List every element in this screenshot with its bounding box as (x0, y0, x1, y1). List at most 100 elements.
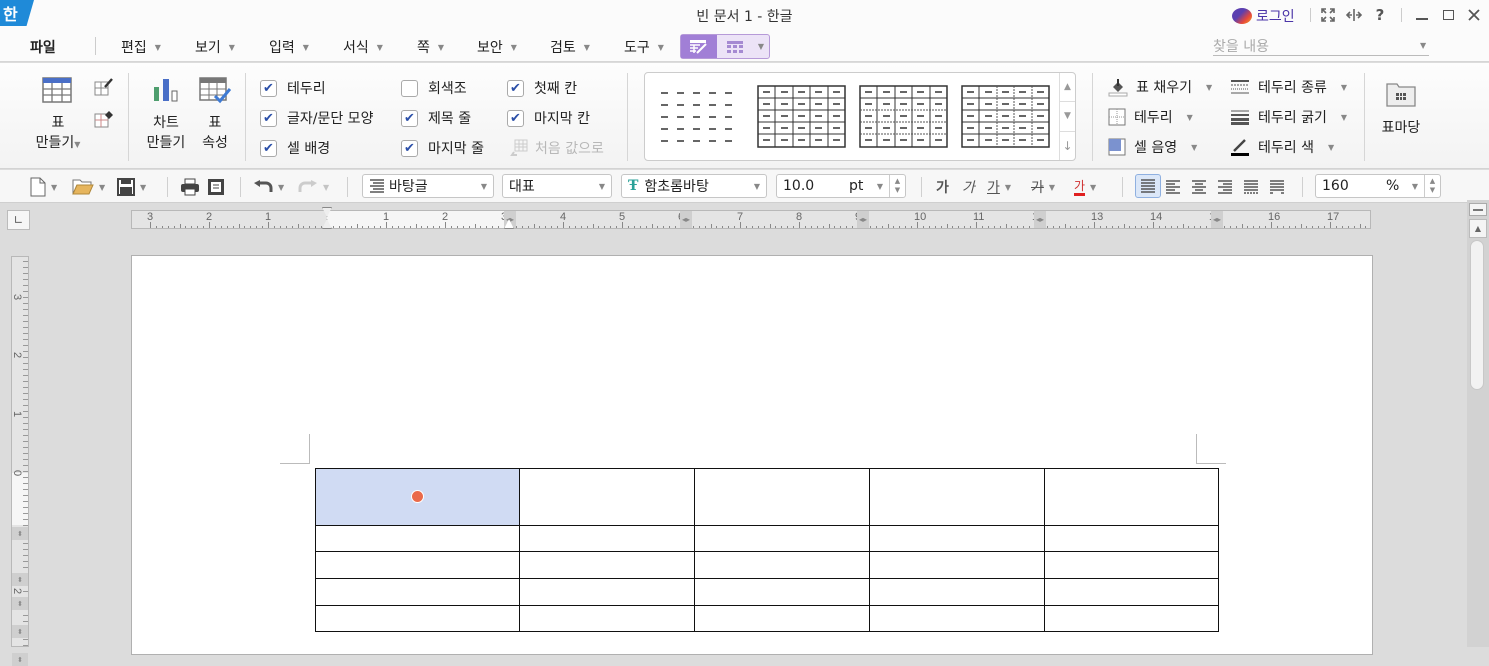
tab-table-layout[interactable] (717, 35, 753, 58)
make-chart-button[interactable]: 차트 만들기 (140, 77, 192, 153)
italic-button[interactable]: 가 (962, 176, 975, 198)
menu-view[interactable]: 보기 ▼ (195, 37, 235, 57)
table-cell[interactable] (869, 551, 1045, 579)
menu-security[interactable]: 보안 ▼ (477, 37, 517, 57)
vertical-scrollbar[interactable]: ▲ (1467, 200, 1489, 647)
open-document-button[interactable]: ▼ (72, 176, 105, 198)
login-button[interactable]: 로그인 (1232, 6, 1295, 26)
bold-button[interactable]: 가 (936, 176, 949, 198)
column-resize-handle[interactable]: ◂▸ (680, 211, 692, 228)
border-color-button[interactable]: 테두리 색 ▼ (1230, 137, 1334, 157)
table-cell[interactable] (694, 525, 870, 552)
table-cell[interactable] (694, 605, 870, 632)
gallery-expand-icon[interactable]: ↓ (1060, 132, 1075, 160)
make-table-button[interactable]: 표 만들기▼ (30, 77, 86, 155)
table-cell[interactable] (869, 525, 1045, 552)
table-cell[interactable] (1044, 468, 1219, 526)
table-style-none[interactable] (657, 85, 746, 148)
split-view-handle[interactable] (1469, 203, 1487, 216)
table-cell[interactable] (315, 468, 520, 526)
table-cell[interactable] (1044, 525, 1219, 552)
checkbox-header-row[interactable]: ✔ 제목 줄 (401, 108, 471, 128)
erase-table-icon[interactable] (94, 109, 114, 133)
checkbox-char-para-shape[interactable]: ✔ 글자/문단 모양 (260, 108, 373, 128)
maximize-icon[interactable] (1438, 5, 1458, 25)
menu-tools[interactable]: 도구 ▼ (624, 37, 664, 57)
table-cell[interactable] (869, 468, 1045, 526)
border-width-button[interactable]: 테두리 굵기 ▼ (1230, 107, 1347, 127)
table-cell[interactable] (694, 578, 870, 606)
table-cell[interactable] (519, 468, 695, 526)
row-resize-handle[interactable]: ⬍ (12, 625, 28, 638)
table-yard-button[interactable]: 표마당 (1378, 80, 1424, 138)
fullscreen-icon[interactable] (1318, 5, 1338, 25)
table-cell[interactable] (1044, 605, 1219, 632)
menu-file[interactable]: 파일 (30, 37, 56, 57)
table-cell[interactable] (519, 551, 695, 579)
table-cell[interactable] (694, 468, 870, 526)
checkbox-last-column[interactable]: ✔ 마지막 칸 (507, 108, 590, 128)
row-resize-handle[interactable]: ⬍ (12, 527, 28, 540)
document-table[interactable] (315, 468, 1219, 632)
column-resize-handle[interactable]: ◂▸ (1034, 211, 1046, 228)
font-color-button[interactable]: 가 ▼ (1074, 176, 1096, 198)
menu-page[interactable]: 쪽 ▼ (417, 37, 444, 57)
close-icon[interactable] (1464, 5, 1484, 25)
row-resize-handle[interactable]: ⬍ (12, 573, 28, 586)
font-size-stepper[interactable]: ▲ ▼ (889, 175, 905, 197)
zoom-input[interactable]: 160 % ▼ ▲ ▼ (1315, 174, 1441, 198)
save-button[interactable]: ▼ (117, 176, 146, 198)
table-style-dotted-rows[interactable] (859, 85, 948, 148)
split-distribute-button[interactable] (1269, 176, 1285, 198)
distribute-button[interactable] (1243, 176, 1259, 198)
column-resize-handle[interactable]: ◂▸ (857, 211, 869, 228)
strikethrough-button[interactable]: 가 ▼ (1031, 176, 1055, 198)
tabs-dropdown-icon[interactable]: ▼ (753, 35, 769, 58)
align-right-button[interactable] (1217, 176, 1233, 198)
vertical-ruler[interactable]: 321012⬍⬍⬍⬍⬍ (11, 256, 29, 666)
zoom-stepper[interactable]: ▲ ▼ (1424, 175, 1440, 197)
checkbox-grayscale[interactable]: 회색조 (401, 78, 467, 98)
font-size-input[interactable]: 10.0 pt ▼ ▲ ▼ (776, 174, 906, 198)
table-style-grid[interactable] (757, 85, 846, 148)
row-resize-handle[interactable]: ⬍ (12, 597, 28, 610)
print-button[interactable] (180, 176, 200, 198)
table-cell[interactable] (519, 605, 695, 632)
horizontal-ruler[interactable]: 3211234567891011121314151617◂▸◂▸◂▸◂▸◂▸ (131, 207, 1371, 229)
language-select[interactable]: 대표 ▼ (502, 174, 612, 198)
draw-table-icon[interactable] (94, 77, 114, 101)
undo-button[interactable]: ▼ (253, 176, 284, 198)
table-fill-button[interactable]: 표 채우기 ▼ (1108, 77, 1212, 97)
gallery-scroll-down-icon[interactable]: ▼ (1060, 102, 1075, 132)
paragraph-style-select[interactable]: 바탕글 ▼ (362, 174, 494, 198)
table-cell[interactable] (519, 525, 695, 552)
align-center-button[interactable] (1191, 176, 1207, 198)
checkbox-cell-background[interactable]: ✔ 셀 배경 (260, 138, 330, 158)
reset-default-button[interactable]: 처음 값으로 (509, 138, 604, 158)
scroll-up-icon[interactable]: ▲ (1469, 219, 1487, 238)
tab-type-button[interactable]: ∟ (7, 210, 30, 230)
border-button[interactable]: 테두리 ▼ (1108, 107, 1193, 127)
help-icon[interactable]: ? (1370, 5, 1390, 25)
row-resize-handle[interactable]: ⬍ (12, 653, 28, 666)
search-input[interactable]: 찾을 내용 (1213, 36, 1429, 56)
table-style-dotted-cols[interactable] (961, 85, 1050, 148)
table-cell[interactable] (869, 578, 1045, 606)
cell-shading-button[interactable]: 셀 음영 ▼ (1108, 137, 1197, 157)
table-cell[interactable] (1044, 578, 1219, 606)
table-cell[interactable] (869, 605, 1045, 632)
gallery-scroll-up-icon[interactable]: ▲ (1060, 73, 1075, 103)
checkbox-border[interactable]: ✔ 테두리 (260, 78, 326, 98)
redo-button[interactable]: ▼ (298, 176, 329, 198)
align-left-button[interactable] (1165, 176, 1181, 198)
underline-button[interactable]: 가 ▼ (987, 176, 1011, 198)
checkbox-first-column[interactable]: ✔ 첫째 칸 (507, 78, 577, 98)
table-cell[interactable] (694, 551, 870, 579)
print-preview-button[interactable] (207, 176, 225, 198)
table-properties-button[interactable]: 표 속성 (195, 77, 235, 153)
menu-edit[interactable]: 편집 ▼ (121, 37, 161, 57)
checkbox-last-row[interactable]: ✔ 마지막 줄 (401, 138, 484, 158)
border-type-button[interactable]: 테두리 종류 ▼ (1230, 77, 1347, 97)
font-select[interactable]: Ŧ 함초롬바탕 ▼ (621, 174, 767, 198)
split-view-icon[interactable] (1344, 5, 1364, 25)
